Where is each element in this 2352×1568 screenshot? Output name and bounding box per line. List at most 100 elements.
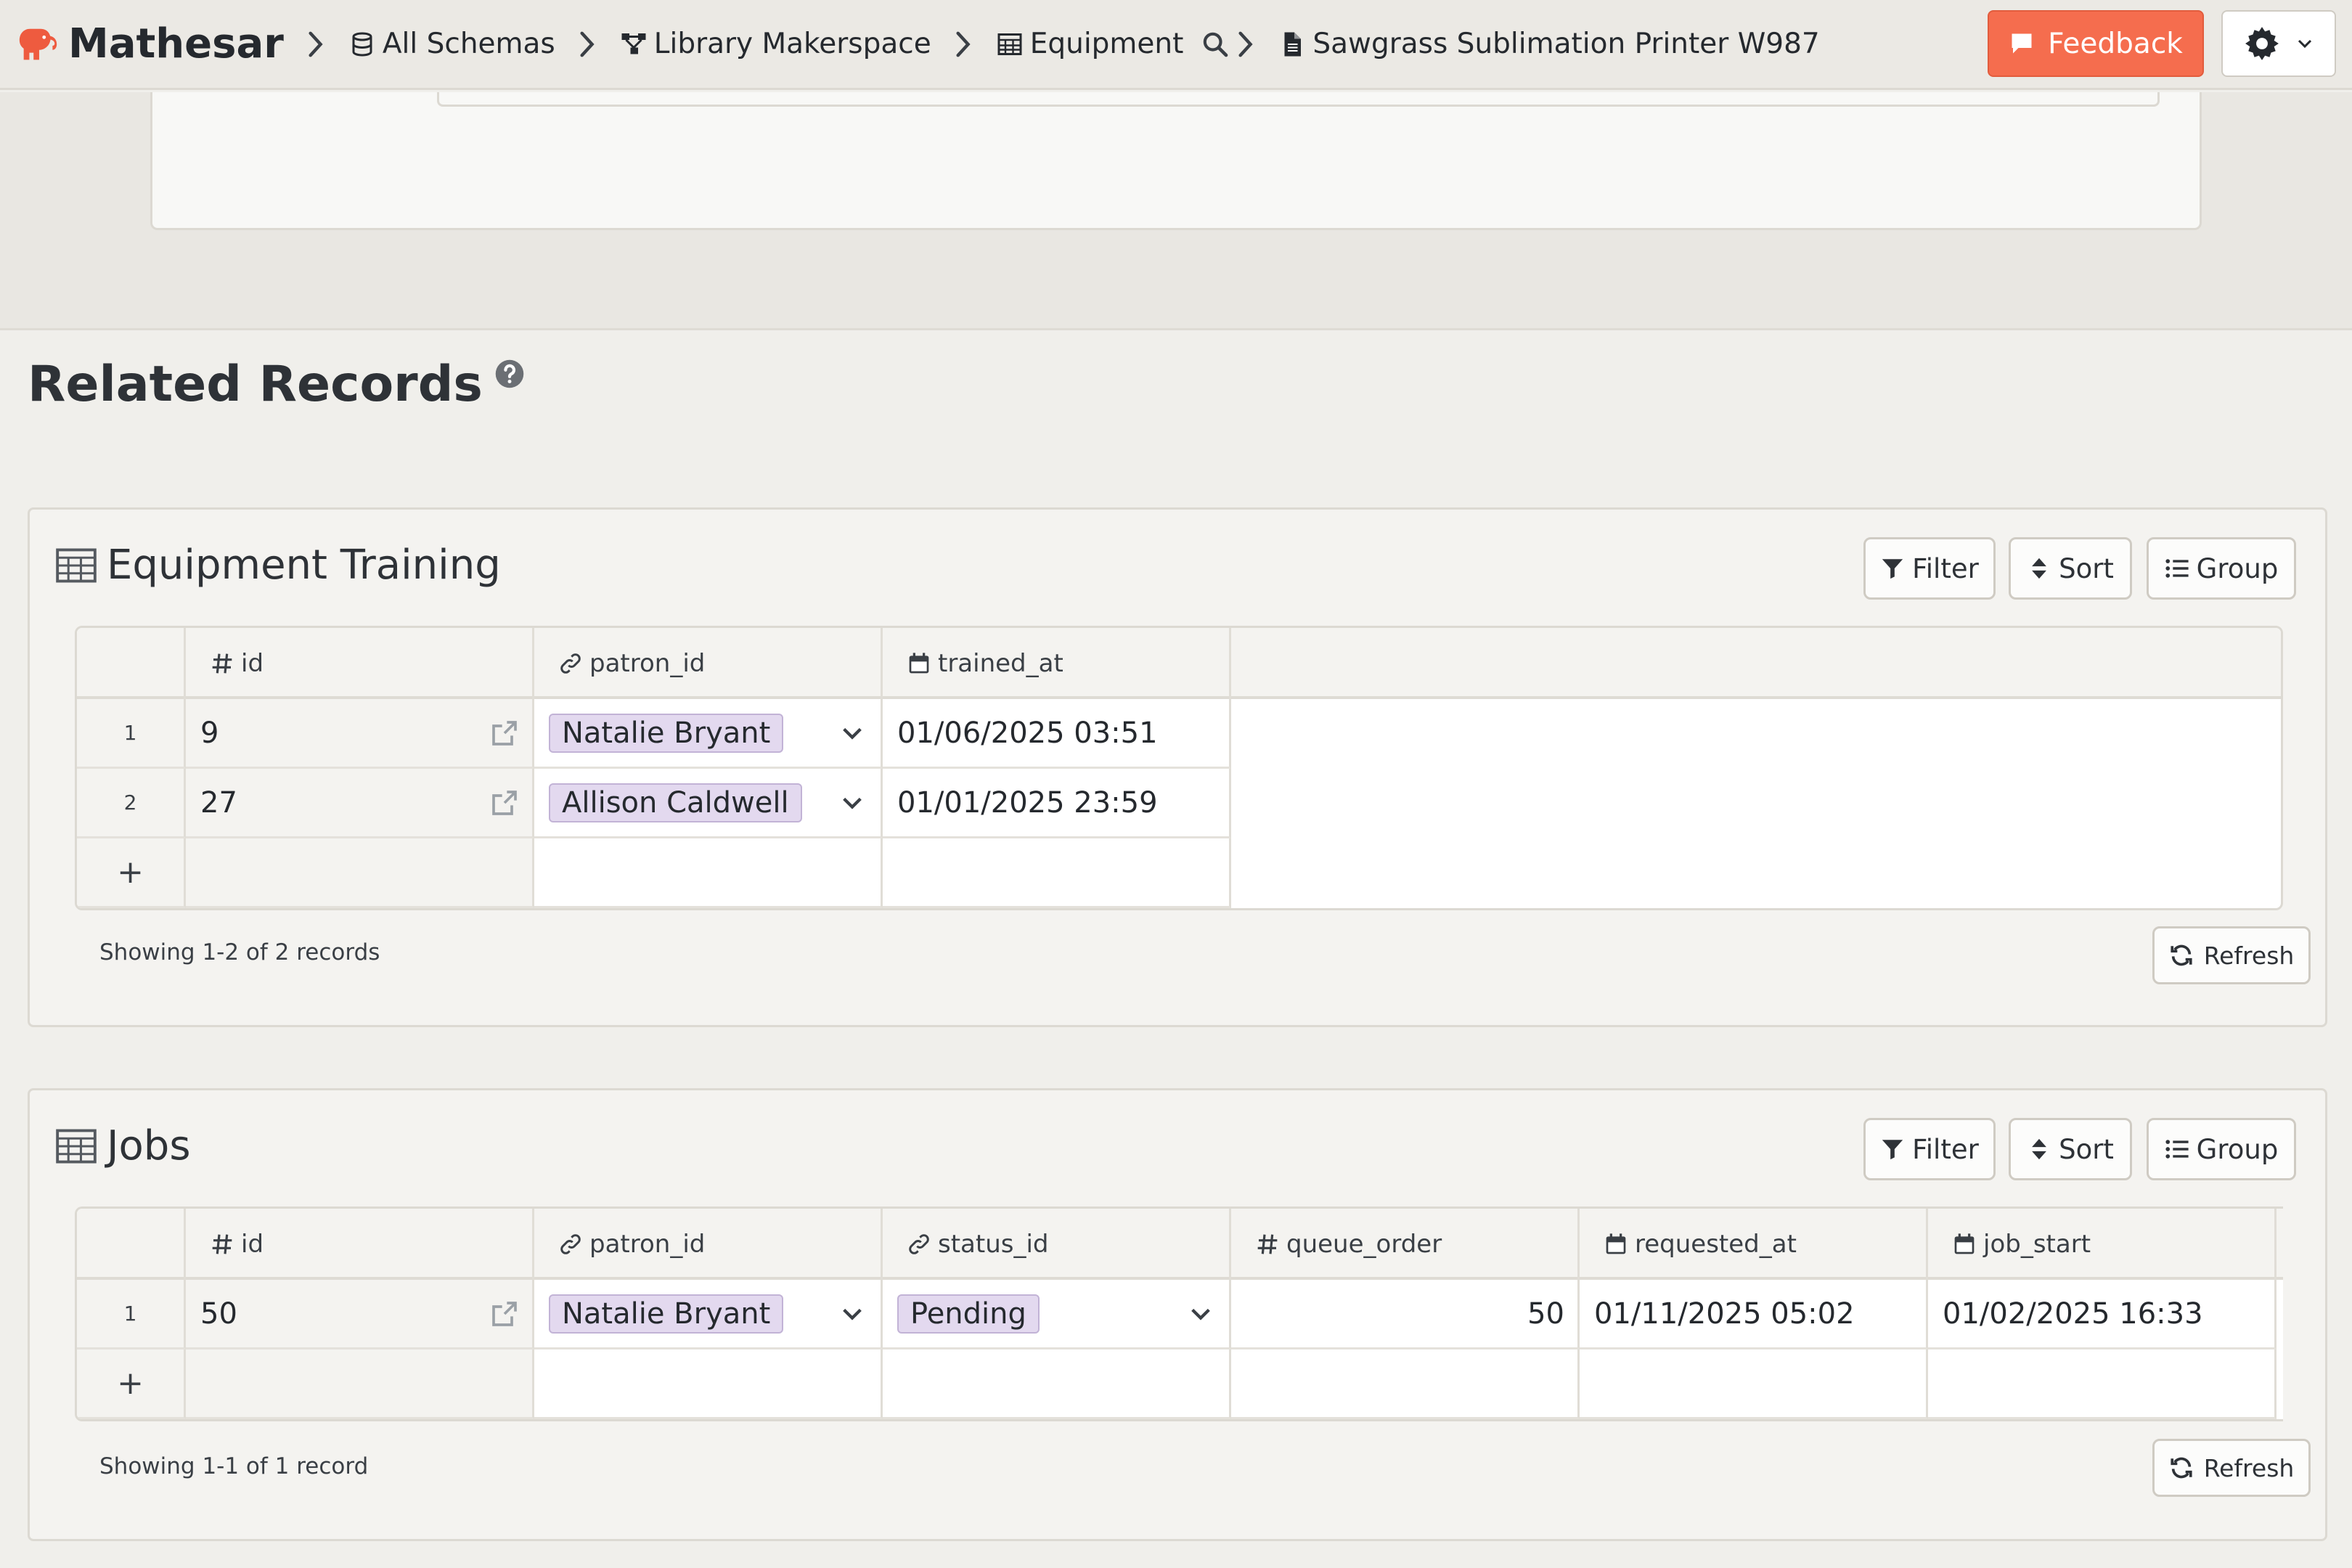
link-icon [909, 1234, 929, 1254]
column-header-id[interactable]: id [186, 628, 534, 699]
queue-order-cell[interactable]: 50 [1231, 1280, 1580, 1349]
empty-cell[interactable] [186, 1349, 534, 1419]
external-link-icon[interactable] [490, 719, 519, 748]
row-number[interactable]: 1 [77, 1280, 186, 1349]
patron-cell[interactable]: Allison Caldwell [534, 769, 883, 838]
filter-button[interactable]: Filter [1863, 1118, 1996, 1180]
column-header-job-start[interactable]: job_start [1928, 1209, 2277, 1280]
status-cell[interactable]: Pending [883, 1280, 1231, 1349]
id-value: 50 [200, 1297, 237, 1331]
sort-label: Sort [2059, 552, 2114, 584]
app-logo[interactable]: Mathesar [16, 20, 284, 68]
breadcrumb-all-schemas[interactable]: All Schemas [349, 28, 555, 60]
record-field-box [437, 92, 2160, 107]
column-header-label: patron_id [589, 1230, 706, 1259]
linked-record-pill[interactable]: Pending [897, 1294, 1040, 1334]
chevron-down-icon[interactable] [840, 791, 865, 815]
table-icon [56, 548, 97, 582]
group-button[interactable]: Group [2147, 1118, 2296, 1180]
sort-button[interactable]: Sort [2009, 537, 2132, 600]
record-form-area [0, 92, 2352, 330]
refresh-button[interactable]: Refresh [2152, 926, 2311, 984]
chevron-down-icon[interactable] [1188, 1302, 1213, 1326]
add-row-button[interactable]: + [77, 1349, 186, 1419]
column-header-label: status_id [938, 1230, 1049, 1259]
job-start-cell[interactable]: 01/02/2025 16:33 [1928, 1280, 2277, 1349]
section-title-text: Jobs [107, 1122, 191, 1169]
section-title: Jobs [56, 1122, 191, 1169]
add-row-button[interactable]: + [77, 838, 186, 908]
section-title-text: Equipment Training [107, 542, 501, 589]
column-header-queue-order[interactable]: queue_order [1231, 1209, 1580, 1280]
linked-record-pill[interactable]: Natalie Bryant [549, 1294, 784, 1334]
external-link-icon[interactable] [490, 1299, 519, 1328]
column-header-requested-at[interactable]: requested_at [1580, 1209, 1928, 1280]
speech-bubble-icon [2012, 33, 2032, 54]
records-grid: id patron_id status_id queue_order reque… [75, 1206, 2283, 1421]
row-number[interactable]: 1 [77, 699, 186, 769]
breadcrumb-label: Sawgrass Sublimation Printer W987 [1312, 28, 1820, 60]
id-cell[interactable]: 9 [186, 699, 534, 769]
search-icon[interactable] [1201, 30, 1230, 59]
column-header-id[interactable]: id [186, 1209, 534, 1280]
sort-icon [2032, 558, 2046, 579]
records-grid: id patron_id trained_at 1 9 Natalie Brya… [75, 626, 2283, 910]
empty-cell[interactable] [883, 1349, 1231, 1419]
breadcrumb-label: Equipment [1029, 28, 1184, 60]
requested-at-cell[interactable]: 01/11/2025 05:02 [1580, 1280, 1928, 1349]
table-icon [997, 33, 1022, 55]
patron-cell[interactable]: Natalie Bryant [534, 1280, 883, 1349]
help-icon[interactable] [494, 359, 525, 389]
chevron-down-icon[interactable] [840, 1302, 865, 1326]
list-icon [2165, 1140, 2189, 1159]
hash-icon [212, 1234, 232, 1254]
related-section-equipment-training: Equipment Training Filter Sort Group id … [28, 507, 2327, 1027]
group-button[interactable]: Group [2147, 537, 2296, 600]
database-icon [352, 32, 372, 57]
chevron-right-icon [953, 30, 975, 59]
calendar-icon [909, 653, 929, 674]
empty-cell[interactable] [1928, 1349, 2277, 1419]
trained-at-cell[interactable]: 01/01/2025 23:59 [883, 769, 1231, 838]
id-cell[interactable]: 50 [186, 1280, 534, 1349]
settings-menu-button[interactable] [2221, 10, 2336, 77]
empty-cell[interactable] [534, 838, 883, 908]
group-label: Group [2196, 1133, 2279, 1165]
filter-label: Filter [1912, 1133, 1979, 1165]
empty-cell[interactable] [1231, 1349, 1580, 1419]
id-cell[interactable]: 27 [186, 769, 534, 838]
chevron-right-icon [306, 30, 327, 59]
column-header-patron-id[interactable]: patron_id [534, 1209, 883, 1280]
column-header-trained-at[interactable]: trained_at [883, 628, 1231, 699]
record-count: Showing 1-2 of 2 records [99, 939, 380, 965]
column-header-patron-id[interactable]: patron_id [534, 628, 883, 699]
breadcrumb-table[interactable]: Equipment [997, 28, 1184, 60]
row-number[interactable]: 2 [77, 769, 186, 838]
empty-cell[interactable] [1580, 1349, 1928, 1419]
refresh-button[interactable]: Refresh [2152, 1439, 2311, 1497]
feedback-button[interactable]: Feedback [1988, 10, 2204, 77]
sort-button[interactable]: Sort [2009, 1118, 2132, 1180]
chevron-right-icon [577, 30, 599, 59]
column-header-status-id[interactable]: status_id [883, 1209, 1231, 1280]
trained-at-cell[interactable]: 01/06/2025 03:51 [883, 699, 1231, 769]
group-label: Group [2196, 552, 2279, 584]
empty-cell[interactable] [186, 838, 534, 908]
external-link-icon[interactable] [490, 788, 519, 817]
related-records-heading: Related Records [28, 356, 525, 413]
linked-record-pill[interactable]: Natalie Bryant [549, 713, 784, 753]
linked-record-pill[interactable]: Allison Caldwell [549, 783, 802, 822]
section-title: Equipment Training [56, 542, 501, 589]
filter-label: Filter [1912, 552, 1979, 584]
filter-button[interactable]: Filter [1863, 537, 1996, 600]
breadcrumb-schema[interactable]: Library Makerspace [621, 28, 931, 60]
column-header-label: requested_at [1635, 1230, 1797, 1259]
empty-cell[interactable] [534, 1349, 883, 1419]
patron-cell[interactable]: Natalie Bryant [534, 699, 883, 769]
breadcrumb-label: Library Makerspace [653, 28, 931, 60]
id-value: 9 [200, 716, 219, 750]
row-number-header [77, 1209, 186, 1280]
breadcrumb-record[interactable]: Sawgrass Sublimation Printer W987 [1279, 28, 1820, 60]
empty-cell[interactable] [883, 838, 1231, 908]
chevron-down-icon[interactable] [840, 721, 865, 746]
